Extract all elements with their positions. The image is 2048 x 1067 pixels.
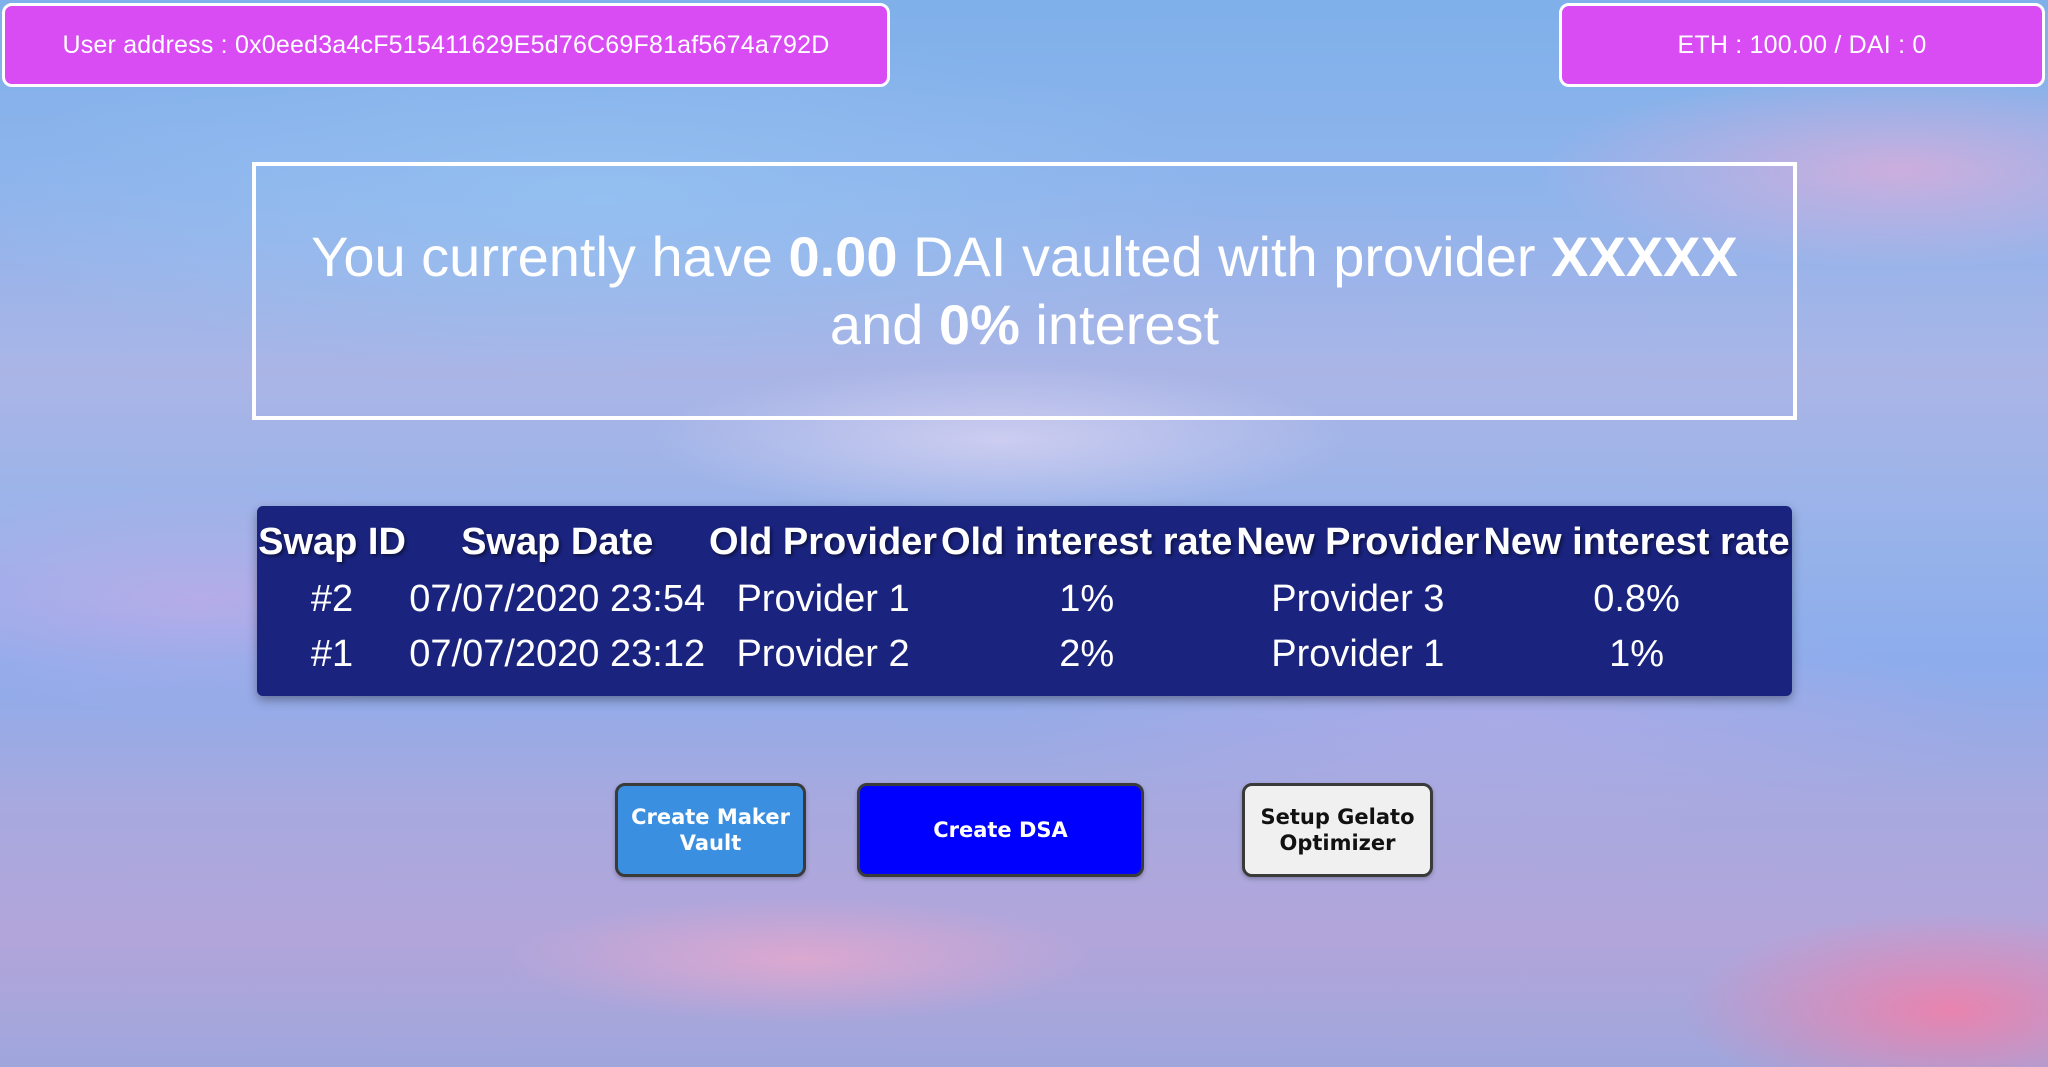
cell-old-provider: Provider 2 bbox=[736, 633, 910, 675]
cell-swap-id: #1 bbox=[310, 633, 354, 675]
cell-swap-date: 07/07/2020 23:54 bbox=[409, 578, 706, 620]
cell-new-provider: Provider 1 bbox=[1271, 633, 1445, 675]
cell-swap-id: #2 bbox=[310, 578, 354, 620]
summary-middle: DAI vaulted with provider bbox=[913, 225, 1536, 288]
summary-interest: 0% bbox=[938, 293, 1020, 356]
table-row: #2 07/07/2020 23:54 Provider 1 1% Provid… bbox=[257, 572, 1792, 627]
cell-new-provider: Provider 3 bbox=[1271, 578, 1445, 620]
create-maker-vault-label: Create Maker Vault bbox=[631, 805, 790, 855]
cell-old-interest-rate: 2% bbox=[1059, 633, 1115, 675]
header-old-interest-rate: Old interest rate bbox=[940, 520, 1233, 563]
summary-prefix: You currently have bbox=[311, 225, 773, 288]
summary-amount: 0.00 bbox=[788, 225, 898, 288]
summary-suffix: interest bbox=[1035, 293, 1220, 356]
header-new-provider: New Provider bbox=[1236, 520, 1480, 563]
user-address-text: User address : 0x0eed3a4cF515411629E5d76… bbox=[62, 30, 830, 59]
header-swap-id: Swap ID bbox=[258, 520, 406, 563]
vault-summary-text: You currently have 0.00 DAI vaulted with… bbox=[311, 223, 1738, 359]
create-dsa-button[interactable]: Create DSA bbox=[857, 783, 1144, 877]
setup-gelato-optimizer-button[interactable]: Setup Gelato Optimizer bbox=[1242, 783, 1433, 877]
summary-provider: XXXXX bbox=[1551, 225, 1738, 288]
header-swap-date: Swap Date bbox=[461, 520, 654, 563]
cell-new-interest-rate: 0.8% bbox=[1593, 578, 1680, 620]
table-header-row: Swap ID Swap Date Old Provider Old inter… bbox=[257, 512, 1792, 572]
cell-swap-date: 07/07/2020 23:12 bbox=[409, 633, 706, 675]
setup-gelato-optimizer-label: Setup Gelato Optimizer bbox=[1260, 805, 1415, 855]
cell-new-interest-rate: 1% bbox=[1609, 633, 1665, 675]
swap-history-table: Swap ID Swap Date Old Provider Old inter… bbox=[257, 506, 1792, 696]
create-maker-vault-button[interactable]: Create Maker Vault bbox=[615, 783, 806, 877]
user-address-bar: User address : 0x0eed3a4cF515411629E5d76… bbox=[2, 3, 890, 87]
swap-table: Swap ID Swap Date Old Provider Old inter… bbox=[257, 512, 1792, 682]
create-dsa-label: Create DSA bbox=[933, 818, 1068, 842]
vault-summary: You currently have 0.00 DAI vaulted with… bbox=[252, 162, 1797, 420]
balance-text: ETH : 100.00 / DAI : 0 bbox=[1677, 30, 1927, 59]
header-old-provider: Old Provider bbox=[709, 520, 938, 563]
summary-and: and bbox=[829, 293, 924, 356]
cell-old-provider: Provider 1 bbox=[736, 578, 910, 620]
header-new-interest-rate: New interest rate bbox=[1483, 520, 1790, 563]
cell-old-interest-rate: 1% bbox=[1059, 578, 1115, 620]
table-row: #1 07/07/2020 23:12 Provider 2 2% Provid… bbox=[257, 627, 1792, 682]
balance-bar: ETH : 100.00 / DAI : 0 bbox=[1559, 3, 2045, 87]
